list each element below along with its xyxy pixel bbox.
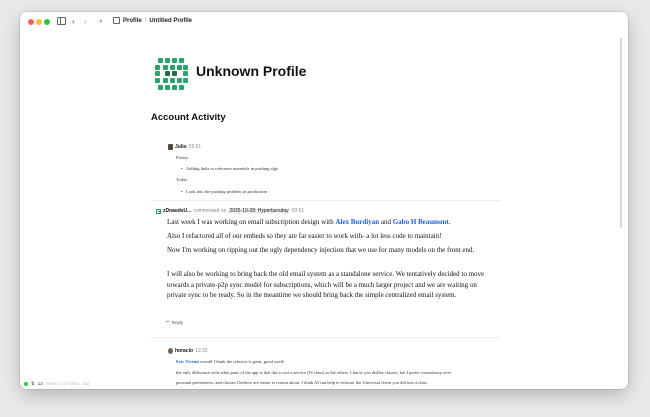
minimize-window-button[interactable]: [36, 19, 42, 25]
breadcrumb-current[interactable]: Untitled Profile: [149, 18, 192, 24]
scrollbar[interactable]: [620, 38, 622, 228]
comment-paragraph: Also I refactored all of our embeds so t…: [167, 232, 442, 240]
comment-paragraph: Last week I was working on email subscri…: [167, 217, 492, 228]
entry-author[interactable]: zDnaedsU...: [163, 208, 191, 214]
comment-text: Last week I was working on email subscri…: [167, 218, 334, 226]
search-icon[interactable]: ⌕: [99, 17, 103, 27]
status-bar: ⇅ 13 Seed 0.1.0 (2CA...ab): [20, 378, 628, 389]
profile-avatar: [155, 58, 188, 90]
reply-icon: ↩: [166, 319, 170, 324]
title-bar: ‹ › ⌕ Profile / Untitled Profile: [20, 12, 628, 32]
entry-header: horacio 13:33: [168, 348, 208, 354]
breadcrumb-separator: /: [144, 17, 147, 24]
version-text: Seed 0.1.0 (2CA...ab): [45, 381, 90, 386]
divider: [151, 337, 501, 338]
entry-text: Eric Vicenti overall I think the refacto…: [176, 359, 285, 364]
entry-action: commented on: [193, 208, 227, 214]
comment-text: and: [380, 218, 391, 226]
entry-time: 13:33: [195, 348, 208, 354]
entry-text: Friday:: [176, 155, 189, 160]
mention-link[interactable]: Gabo H Beaumont: [393, 218, 449, 226]
comment-paragraph: I will also be working to bring back the…: [167, 270, 485, 299]
comment-text: .: [448, 218, 451, 226]
entry-time: 09:51: [188, 144, 202, 150]
profile-title: Unknown Profile: [196, 63, 307, 79]
entry-time: 09:51: [291, 208, 305, 214]
app-window: ‹ › ⌕ Profile / Untitled Profile Unknown…: [20, 12, 628, 389]
close-window-button[interactable]: [28, 19, 34, 25]
forward-arrow-icon[interactable]: ›: [84, 17, 87, 27]
document-icon: [113, 17, 120, 24]
reply-label: Reply: [171, 319, 184, 325]
breadcrumb: Profile / Untitled Profile: [113, 17, 192, 24]
section-title: Account Activity: [151, 112, 226, 123]
back-arrow-icon[interactable]: ‹: [72, 17, 75, 27]
entry-author[interactable]: horacio: [175, 348, 193, 354]
entry-text: Today:: [176, 177, 189, 182]
mention-link[interactable]: Eric Vicenti: [176, 359, 199, 364]
peer-count[interactable]: 13: [38, 381, 43, 386]
profile-header: [155, 58, 188, 90]
entry-header: Julio 09:51: [168, 144, 201, 150]
breadcrumb-root[interactable]: Profile: [123, 18, 142, 24]
document-tag[interactable]: 2025-10-28: Hypertuesday: [228, 208, 290, 214]
list-item: Look into the pushing problem in product…: [181, 189, 267, 194]
entry-text: the only difference with other parts of …: [176, 370, 452, 375]
avatar: [168, 144, 173, 150]
comment-paragraph: Now I'm working on ripping out the ugly …: [167, 246, 475, 254]
mention-link[interactable]: Alex Burdiyan: [335, 218, 379, 226]
entry-header: zDnaedsU... commented on 2025-10-28: Hyp…: [156, 208, 304, 214]
divider: [151, 200, 501, 201]
reply-button[interactable]: ↩ Reply: [166, 319, 183, 325]
maximize-window-button[interactable]: [44, 19, 50, 25]
sidebar-toggle-icon[interactable]: [57, 17, 66, 25]
entry-author[interactable]: Julio: [175, 144, 187, 150]
avatar: [156, 208, 161, 214]
comment-text: overall I think the refactor is great, g…: [200, 359, 285, 364]
list-item: Adding links to reference materials in p…: [181, 166, 278, 171]
peers-icon: ⇅: [31, 380, 35, 386]
avatar: [168, 348, 173, 354]
connection-status-icon: [24, 381, 28, 386]
